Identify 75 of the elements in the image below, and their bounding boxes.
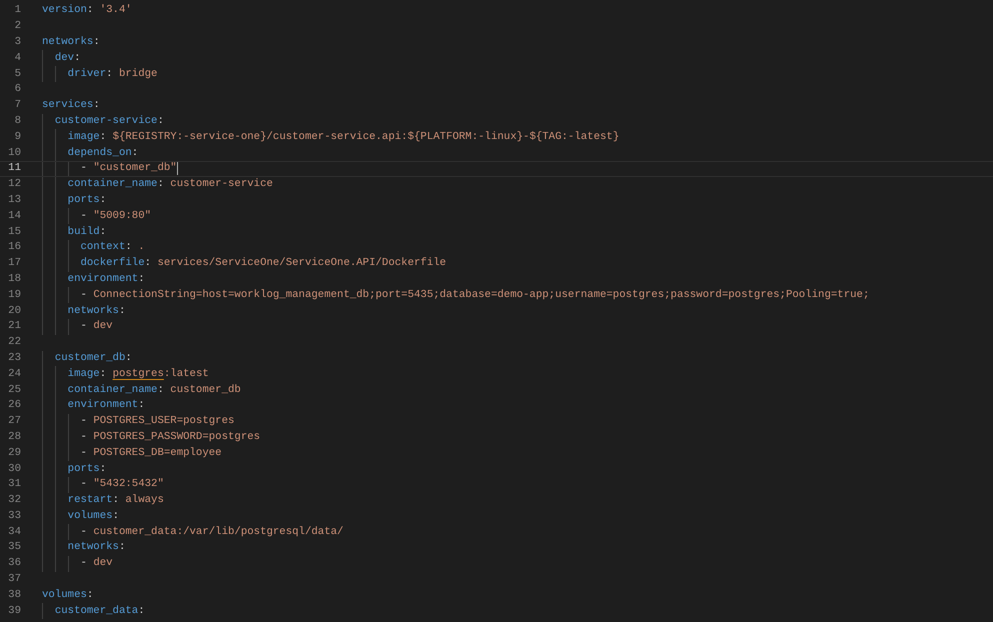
line-number: 28 <box>7 430 21 445</box>
code-line: environment: <box>68 272 145 287</box>
code-line: image: ${REGISTRY:-service-one}/customer-service.api:${PLATFORM:-linux}-${TAG:-latest} <box>68 130 620 145</box>
code-line: version: '3.4' <box>42 3 132 18</box>
line-number: 30 <box>7 462 21 476</box>
line-number: 34 <box>7 524 21 540</box>
code-line: container_name: customer_db <box>68 382 241 398</box>
line-number: 13 <box>7 192 21 208</box>
line-number: 8 <box>14 114 21 129</box>
code-line: context: . <box>80 240 145 256</box>
line-number: 22 <box>7 335 21 350</box>
code-line: volumes: <box>42 588 94 603</box>
line-number: 11 <box>7 161 21 176</box>
line-number: 35 <box>7 540 21 556</box>
code-line: ports: <box>68 462 106 476</box>
line-number: 39 <box>7 604 21 619</box>
code-line: - POSTGRES_PASSWORD=postgres <box>80 430 260 445</box>
text-cursor <box>176 162 178 176</box>
line-number: 17 <box>7 256 21 272</box>
line-number: 9 <box>14 130 21 145</box>
code-line: container_name: customer-service <box>68 177 273 192</box>
code-line: driver: bridge <box>68 66 158 82</box>
line-number: 5 <box>14 66 21 82</box>
code-line: ports: <box>68 192 106 208</box>
code-line: restart: always <box>68 493 164 508</box>
code-line: build: <box>68 224 106 240</box>
code-line: - "5432:5432" <box>80 477 164 492</box>
line-number: 29 <box>7 446 21 461</box>
line-number: 7 <box>14 98 21 114</box>
code-line: networks: <box>42 34 100 50</box>
line-number: 1 <box>14 3 21 18</box>
code-line: - POSTGRES_USER=postgres <box>80 414 234 430</box>
line-number: 14 <box>7 208 21 224</box>
code-line: - "5009:80" <box>80 208 152 224</box>
line-number: 38 <box>7 588 21 603</box>
line-number: 26 <box>7 398 21 414</box>
line-number: 19 <box>7 288 21 303</box>
code-line: - "customer_db" <box>80 161 177 176</box>
code-line: networks: <box>68 540 126 556</box>
line-number: 33 <box>7 508 21 524</box>
code-line: customer_db: <box>54 350 132 366</box>
line-number: 23 <box>7 350 21 366</box>
code-line: - dev <box>80 319 113 334</box>
line-number: 27 <box>7 414 21 430</box>
code-line: networks: <box>68 304 126 319</box>
code-line: dockerfile: services/ServiceOne/ServiceOne.API/Dockerfile <box>80 256 446 272</box>
code-line: - customer_data:/var/lib/postgresql/data/ <box>80 524 344 540</box>
line-number: 4 <box>14 50 21 66</box>
line-number: 16 <box>7 240 21 256</box>
line-number: 20 <box>7 304 21 319</box>
line-number: 12 <box>7 177 21 192</box>
code-line: - ConnectionString=host=worklog_management_db;port=5435;database=demo-app;username=postgres;password=postgres;Pooling=true; <box>80 288 870 303</box>
line-number: 2 <box>14 19 21 34</box>
code-line: volumes: <box>68 508 119 524</box>
line-number: 32 <box>7 493 21 508</box>
line-number: 21 <box>7 319 21 334</box>
line-number: 25 <box>7 382 21 398</box>
line-number: 31 <box>7 477 21 492</box>
code-line: services: <box>42 98 100 114</box>
code-line: depends_on: <box>68 146 138 161</box>
code-line: dev: <box>54 50 80 66</box>
line-number: 24 <box>7 366 21 382</box>
line-number: 36 <box>7 556 21 572</box>
line-number: 15 <box>7 224 21 240</box>
line-number: 3 <box>14 34 21 50</box>
code-line: customer_data: <box>54 604 145 619</box>
code-line: - POSTGRES_DB=employee <box>80 446 222 461</box>
line-number: 18 <box>7 272 21 287</box>
line-number: 37 <box>7 572 21 588</box>
code-line: - dev <box>80 556 113 572</box>
code-line: customer-service: <box>54 114 164 129</box>
line-number: 6 <box>14 82 21 98</box>
code-line: image: postgres:latest <box>68 366 209 382</box>
line-number: 10 <box>7 146 21 161</box>
code-line: environment: <box>68 398 145 414</box>
